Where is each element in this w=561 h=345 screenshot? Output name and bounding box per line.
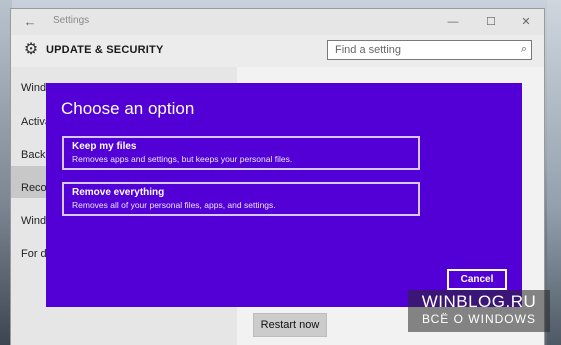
- option-description: Removes apps and settings, but keeps you…: [72, 154, 293, 164]
- option-title: Remove everything: [72, 187, 165, 198]
- minimize-icon[interactable]: —: [443, 13, 463, 31]
- title-bar: ← Settings — ☐ ✕: [11, 9, 544, 35]
- watermark-site: WINBLOG.RU: [421, 292, 537, 311]
- dialog-title: Choose an option: [61, 99, 195, 118]
- restart-now-button[interactable]: Restart now: [253, 313, 327, 337]
- page-title: UPDATE & SECURITY: [46, 44, 164, 56]
- option-description: Removes all of your personal files, apps…: [72, 200, 276, 210]
- watermark-tagline: ВСЁ О WINDOWS: [422, 312, 536, 326]
- search-icon[interactable]: ⌕: [521, 43, 527, 56]
- back-arrow-icon[interactable]: ←: [17, 12, 43, 32]
- watermark: WINBLOG.RU ВСЁ О WINDOWS: [408, 290, 550, 332]
- search-placeholder: Find a setting: [335, 44, 402, 56]
- search-input[interactable]: Find a setting ⌕: [327, 40, 532, 60]
- maximize-icon[interactable]: ☐: [481, 13, 501, 31]
- choose-option-dialog: Choose an option Keep my files Removes a…: [46, 83, 522, 307]
- settings-header: ⚙ UPDATE & SECURITY Find a setting ⌕: [11, 35, 544, 67]
- remove-everything-option[interactable]: Remove everything Removes all of your pe…: [62, 182, 420, 216]
- close-icon[interactable]: ✕: [516, 13, 536, 31]
- option-title: Keep my files: [72, 141, 137, 152]
- gear-icon: ⚙: [23, 41, 39, 58]
- cancel-button[interactable]: Cancel: [447, 269, 507, 290]
- keep-my-files-option[interactable]: Keep my files Removes apps and settings,…: [62, 136, 420, 170]
- window-title: Settings: [53, 15, 90, 26]
